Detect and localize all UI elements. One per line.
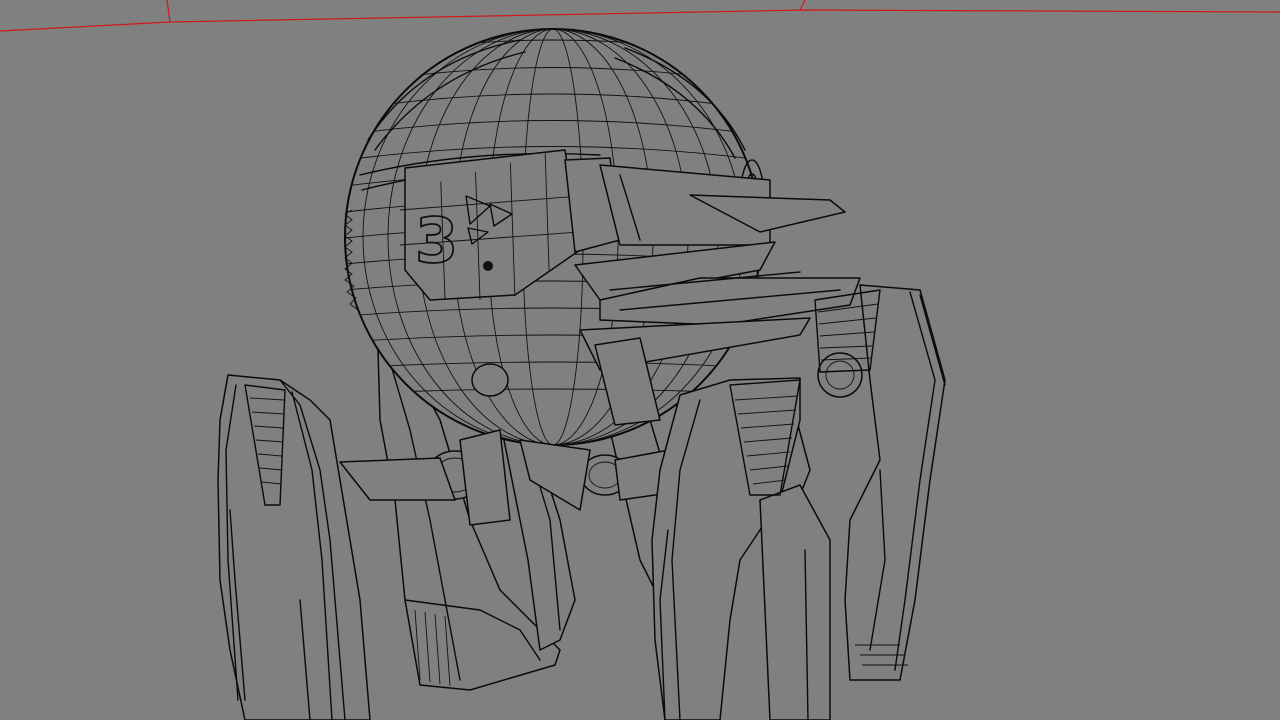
robot-leg-front-left: [217, 374, 371, 720]
3d-viewport[interactable]: 3: [0, 0, 1280, 720]
head-decal-number: 3: [415, 204, 458, 277]
wireframe-scene[interactable]: 3: [0, 0, 1280, 720]
head-sensor-dot: [483, 261, 493, 271]
viewport-guide-lines: [0, 0, 1280, 32]
